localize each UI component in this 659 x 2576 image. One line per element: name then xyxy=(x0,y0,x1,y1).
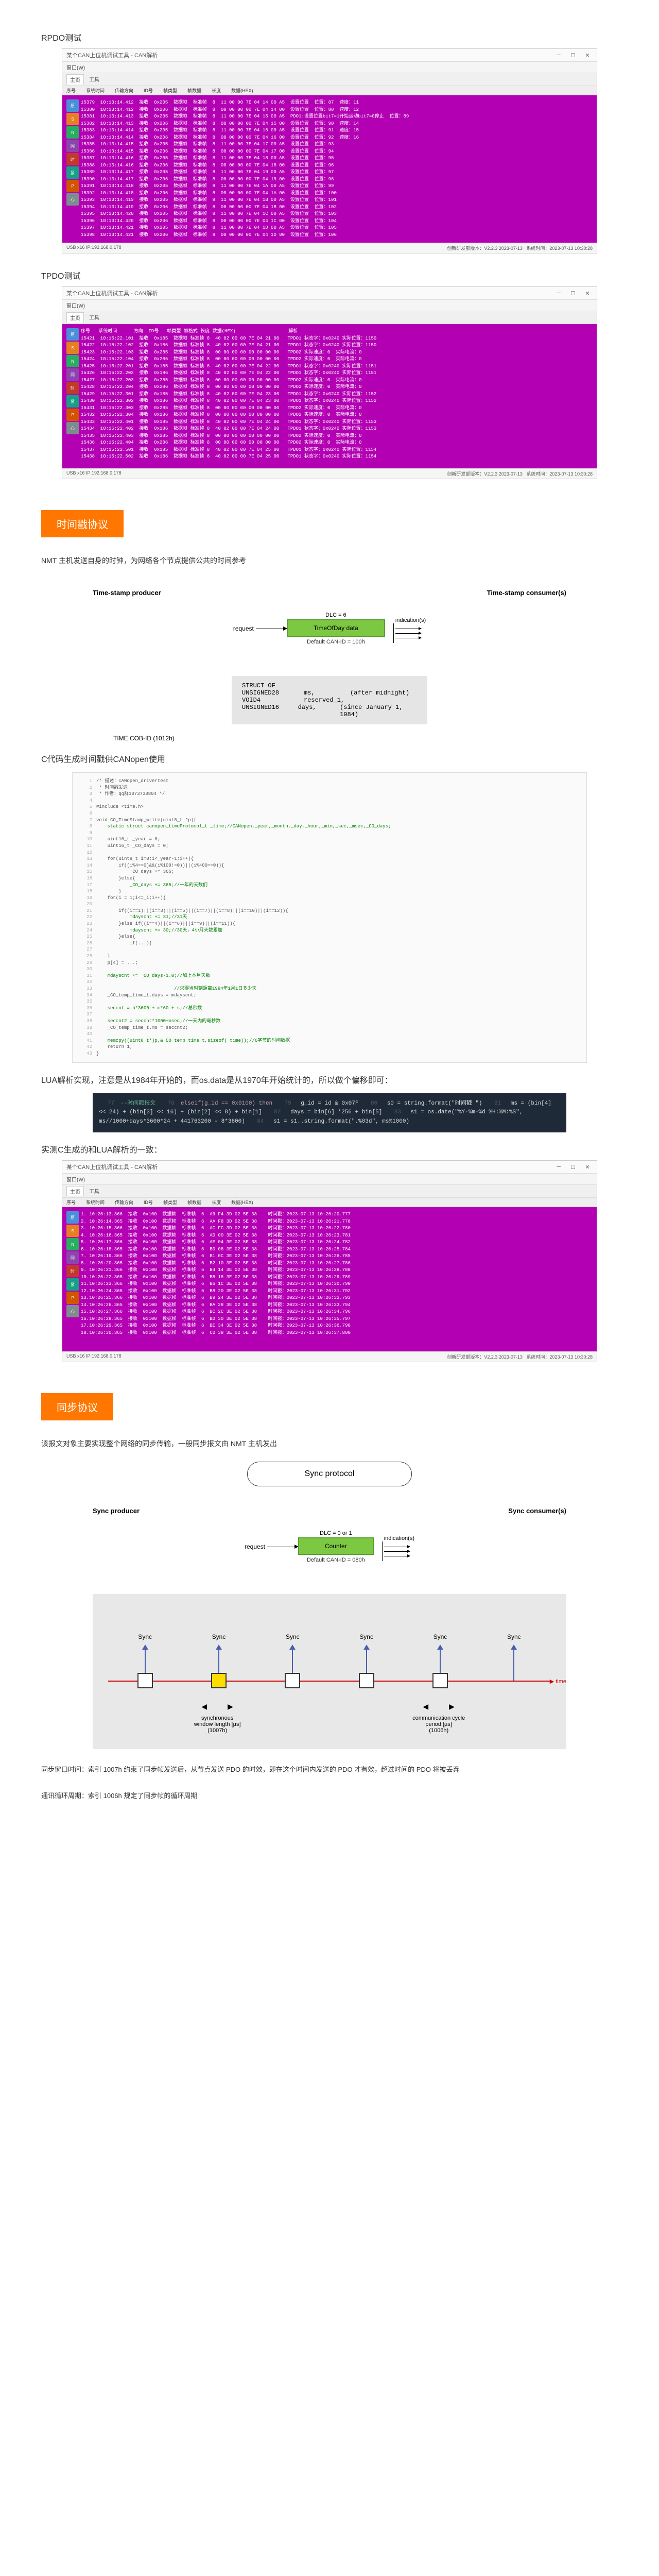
side-tab[interactable]: 同 xyxy=(66,140,79,152)
window-titlebar: 某个CAN上位机调试工具 - CAN解析 ─ ☐ ✕ xyxy=(62,287,597,300)
arrow-icon xyxy=(395,633,421,634)
realtest-title: 实测C生成的和LUA解析的一致： xyxy=(41,1143,618,1155)
side-tab[interactable]: 原 xyxy=(66,99,79,112)
indication-label: indication(s) xyxy=(395,617,426,623)
timestamp-header: 时间戳协议 xyxy=(41,510,124,537)
timestamp-test-screenshot: 某个CAN上位机调试工具 - CAN解析 ─☐✕ 窗口(W) 主页 工具 序号系… xyxy=(62,1160,597,1362)
c-code-block: 1/* 描述：cANopen_drivertest2 * 时间戳发送3 * 作者… xyxy=(72,772,587,1063)
dlc-label: DLC = 6 xyxy=(287,612,385,618)
sync-flow-diagram: Sync producer Sync consumer(s) request D… xyxy=(82,1497,577,1584)
lua-code-block: 77--时间戳报文 78elseif(g_id == 0x0100) then … xyxy=(93,1093,566,1133)
rpdo-title: RPDO测试 xyxy=(41,31,618,43)
data-grid: 序号 系统时间 方向 ID号 帧类型 帧格式 长度 数据(HEX) 解析 154… xyxy=(81,328,593,464)
cycle-period-label: communication cycle period [µs] (1006h) xyxy=(412,1715,465,1734)
request-label: request xyxy=(233,625,254,632)
side-tabs: 原 S N 同 时 紧 P 心 xyxy=(66,99,79,239)
tab-bar: 主页 工具 xyxy=(62,73,597,86)
window-title: 某个CAN上位机调试工具 - CAN解析 xyxy=(66,289,158,297)
time-axis-label: ▶ time xyxy=(550,1678,566,1685)
default-canid: Default CAN-ID = 100h xyxy=(287,639,385,645)
menu-bar: 窗口(W) xyxy=(62,62,597,73)
close-icon[interactable]: ✕ xyxy=(582,52,593,59)
side-tab[interactable]: 心 xyxy=(66,193,79,206)
sync-desc: 该报文对象主要实现整个网络的同步传输，一般同步报文由 NMT 主机发出 xyxy=(41,1438,618,1449)
footnote-window: 同步窗口时间：索引 1007h 约束了同步帧发送后，从节点发送 PDO 的时效，… xyxy=(41,1765,618,1775)
sync-protocol-box: Sync protocol xyxy=(247,1462,412,1486)
side-tab[interactable]: 时 xyxy=(66,153,79,165)
sync-header: 同步协议 xyxy=(41,1393,113,1420)
consumer-label: Time-stamp consumer(s) xyxy=(487,589,566,597)
side-tab[interactable]: P xyxy=(66,180,79,192)
side-tab[interactable]: N xyxy=(66,126,79,139)
data-grid: 1. 10:26:13.366 接收 0x100 数据帧 标准帧 6 A9 F4… xyxy=(81,1211,593,1347)
maximize-icon[interactable]: ☐ xyxy=(568,52,578,59)
maximize-icon[interactable]: ☐ xyxy=(568,290,578,297)
footnote-cycle: 通讯循环周期：索引 1006h 规定了同步帧的循环周期 xyxy=(41,1791,618,1802)
timeofday-box: TimeOfDay data xyxy=(287,619,385,637)
sync-timeline-diagram: Sync Sync Sync Sync Sync Sync ▶ time ◀▶ … xyxy=(93,1594,566,1749)
lua-title: LUA解析实现，注意是从1984年开始的，而os.data是从1970年开始统计… xyxy=(41,1073,618,1086)
producer-label: Time-stamp producer xyxy=(93,589,161,597)
timestamp-desc: NMT 主机发送自身的时钟，为网络各个节点提供公共的时间参考 xyxy=(41,555,618,566)
status-bar: USB x16 IP:192.168.0.178 创新研发部版本：V2.2.3 … xyxy=(62,243,597,253)
struct-definition: STRUCT OF UNSIGNED28ms,(after midnight) … xyxy=(232,676,427,724)
timestamp-diagram: Time-stamp producer Time-stamp consumer(… xyxy=(82,579,577,666)
ccode-title: C代码生成时间戳供CANopen使用 xyxy=(41,752,618,765)
side-tab[interactable]: S xyxy=(66,113,79,125)
column-headers: 序号系统时间传输方向ID号帧类型帧数据长度数据(HEX) xyxy=(62,86,597,95)
rpdo-screenshot: 某个CAN上位机调试工具 - CAN解析 ─ ☐ ✕ 窗口(W) 主页 工具 序… xyxy=(62,48,597,253)
window-title: 某个CAN上位机调试工具 - CAN解析 xyxy=(66,51,158,59)
tab-main[interactable]: 主页 xyxy=(66,312,84,323)
struct-caption: TIME COB-ID (1012h) xyxy=(41,735,618,742)
minimize-icon[interactable]: ─ xyxy=(553,52,564,59)
side-tab[interactable]: 紧 xyxy=(66,166,79,179)
close-icon[interactable]: ✕ xyxy=(582,290,593,297)
tab-tools[interactable]: 工具 xyxy=(86,312,102,323)
data-grid: 15379 10:13:14.412 接收 0x205 数据帧 标准帧 8 11… xyxy=(81,99,593,239)
window-length-label: synchronous window length [µs] (1007h) xyxy=(194,1715,241,1734)
counter-box: Counter xyxy=(298,1537,374,1555)
tpdo-screenshot: 某个CAN上位机调试工具 - CAN解析 ─ ☐ ✕ 窗口(W) 主页 工具 原… xyxy=(62,286,597,479)
window-titlebar: 某个CAN上位机调试工具 - CAN解析 ─ ☐ ✕ xyxy=(62,49,597,62)
tpdo-title: TPDO测试 xyxy=(41,269,618,281)
tab-tools[interactable]: 工具 xyxy=(86,74,102,84)
minimize-icon[interactable]: ─ xyxy=(553,290,564,297)
tab-main[interactable]: 主页 xyxy=(66,74,84,84)
